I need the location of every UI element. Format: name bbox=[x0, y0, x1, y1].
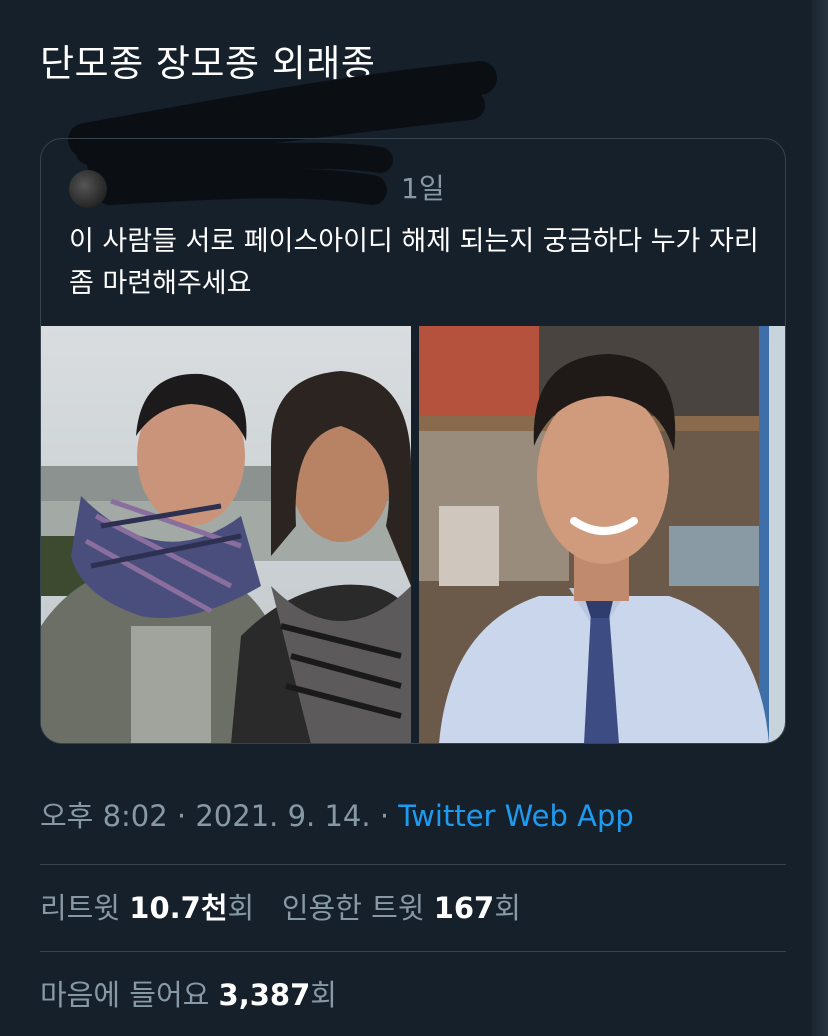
likes-stats: 마음에 들어요 3,387회 bbox=[40, 973, 337, 1017]
tweet-date[interactable]: 2021. 9. 14. bbox=[195, 799, 370, 833]
quotes-label: 인용한 트윗 bbox=[281, 891, 425, 925]
retweets-count: 10.7천 bbox=[129, 891, 228, 925]
source-link[interactable]: Twitter Web App bbox=[398, 799, 634, 833]
two-men-with-scarves-photo[interactable] bbox=[41, 326, 411, 743]
quoted-tweet-text: 이 사람들 서로 페이스아이디 해제 되는지 궁금하다 누가 자리 좀 마련해주… bbox=[69, 226, 759, 299]
retweet-stats: 리트윗 10.7천회 인용한 트윗 167회 bbox=[40, 886, 521, 930]
divider bbox=[40, 951, 786, 952]
man-in-blue-shirt-photo[interactable] bbox=[419, 326, 785, 743]
quotes-link[interactable]: 인용한 트윗 167회 bbox=[282, 891, 521, 925]
tweet-meta: 오후 8:02 · 2021. 9. 14. · Twitter Web App bbox=[40, 794, 634, 838]
separator: · bbox=[370, 799, 399, 833]
window-edge bbox=[812, 0, 828, 1036]
separator: · bbox=[167, 799, 196, 833]
likes-suffix: 회 bbox=[310, 978, 337, 1012]
likes-link[interactable]: 마음에 들어요 3,387회 bbox=[40, 978, 337, 1012]
avatar[interactable] bbox=[69, 170, 107, 208]
likes-count: 3,387 bbox=[218, 978, 311, 1012]
quotes-suffix: 회 bbox=[494, 891, 521, 925]
quotes-count: 167 bbox=[433, 891, 495, 925]
tweet-text: 단모종 장모종 외래종 bbox=[40, 42, 376, 85]
tweet-time[interactable]: 오후 8:02 bbox=[40, 799, 168, 833]
retweets-link[interactable]: 리트윗 10.7천회 bbox=[40, 891, 254, 925]
divider bbox=[40, 864, 786, 865]
likes-label: 마음에 들어요 bbox=[40, 978, 210, 1012]
retweets-suffix: 회 bbox=[227, 891, 255, 925]
quoted-tweet-author[interactable] bbox=[69, 169, 107, 209]
retweets-label: 리트윗 bbox=[40, 891, 121, 925]
quoted-tweet-time[interactable]: 1일 bbox=[401, 169, 445, 209]
quoted-tweet-card[interactable]: 1일 이 사람들 서로 페이스아이디 해제 되는지 궁금하다 누가 자리 좀 마… bbox=[40, 138, 786, 744]
